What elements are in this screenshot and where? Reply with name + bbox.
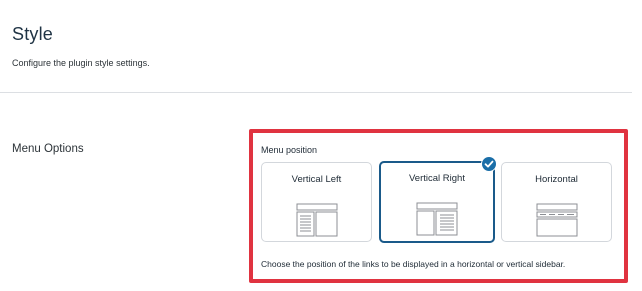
option-label: Vertical Right (409, 173, 465, 184)
option-label: Horizontal (535, 174, 578, 185)
option-label: Vertical Left (291, 174, 342, 185)
page-title: Style (12, 24, 54, 44)
menu-options-label: Menu Options (12, 143, 84, 155)
page-subtitle: Configure the plugin style settings. (12, 58, 150, 68)
layout-vertical-left-icon (296, 203, 337, 237)
menu-position-help-text: Choose the position of the links to be d… (261, 259, 566, 269)
layout-horizontal-icon (536, 203, 577, 237)
menu-position-option-vertical-right[interactable]: Vertical Right (379, 161, 495, 243)
section-divider (0, 92, 632, 93)
menu-position-option-horizontal[interactable]: Horizontal (501, 162, 612, 242)
style-settings-page: Style Configure the plugin style setting… (0, 0, 642, 291)
menu-position-label: Menu position (261, 145, 318, 155)
layout-vertical-right-icon (416, 202, 458, 236)
menu-position-option-vertical-left[interactable]: Vertical Left (261, 162, 372, 242)
selected-check-icon (481, 156, 497, 172)
